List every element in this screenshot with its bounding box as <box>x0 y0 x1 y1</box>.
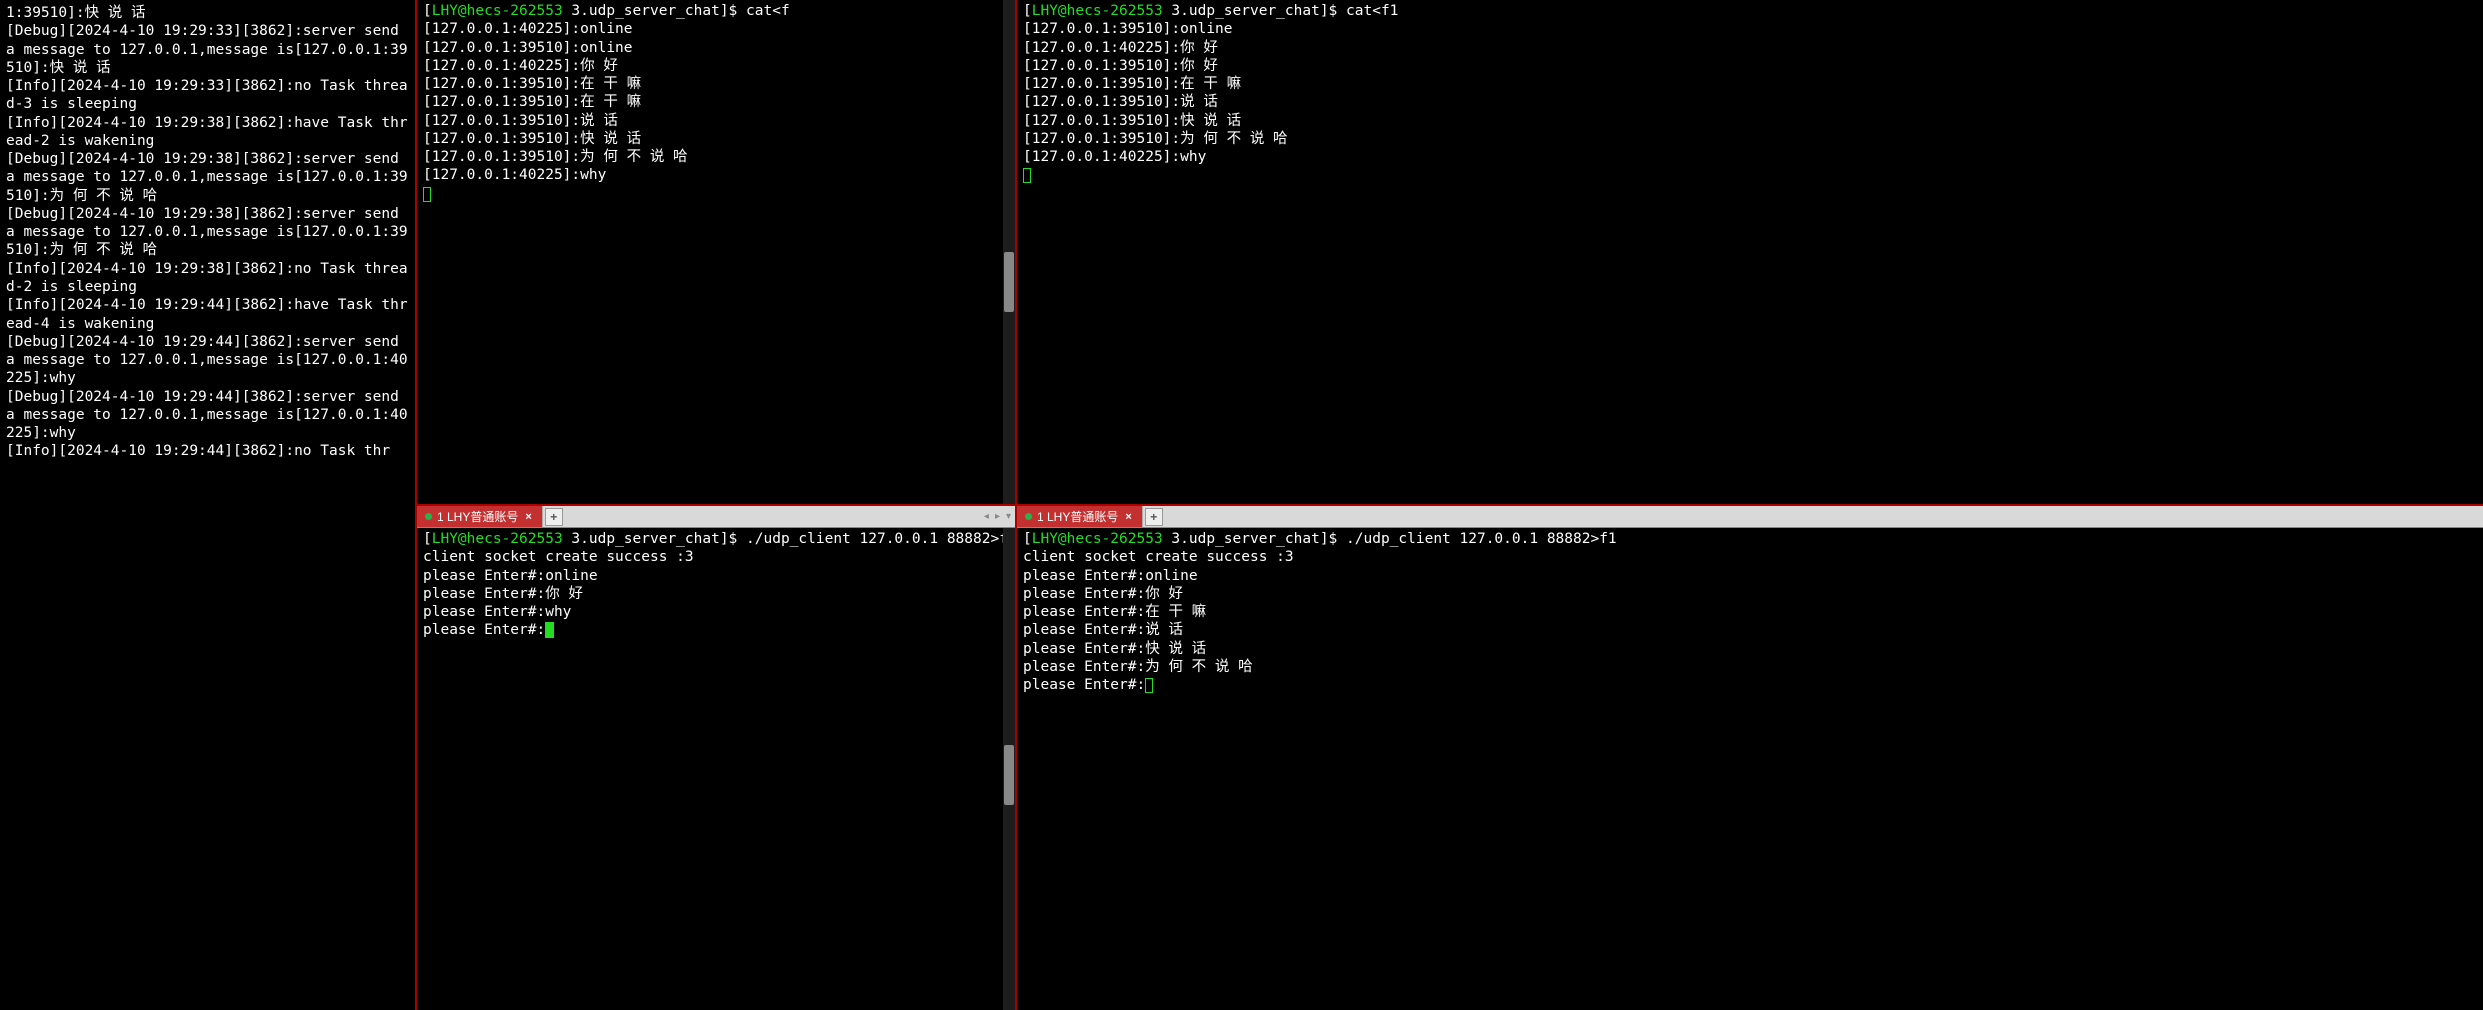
terminal-line: [127.0.0.1:40225]:why <box>1023 148 2477 166</box>
terminal-line: please Enter#:你 好 <box>423 585 1009 603</box>
new-tab-button[interactable]: + <box>1145 508 1163 526</box>
pane-cat-f1: [LHY@hecs-262553 3.udp_server_chat]$ cat… <box>1017 0 2483 504</box>
terminal-line: [Info][2024-4-10 19:29:44][3862]:no Task… <box>6 442 409 460</box>
tabbar: 1 LHY普通账号 × + <box>1017 506 2483 528</box>
terminal-line: please Enter#:online <box>423 567 1009 585</box>
terminal-line: [127.0.0.1:40225]:你 好 <box>423 57 1009 75</box>
cursor-icon <box>1145 678 1153 693</box>
terminal-line: [127.0.0.1:39510]:online <box>1023 20 2477 38</box>
root-layout: 1:39510]:快 说 话[Debug][2024-4-10 19:29:33… <box>0 0 2483 1010</box>
terminal-output-client-left[interactable]: [LHY@hecs-262553 3.udp_server_chat]$ ./u… <box>417 528 1015 1010</box>
terminal-line: please Enter#:说 话 <box>1023 621 2477 639</box>
terminal-line: [Info][2024-4-10 19:29:44][3862]:have Ta… <box>6 296 409 333</box>
pane-client-right: 1 LHY普通账号 × + [LHY@hecs-262553 3.udp_ser… <box>1017 506 2483 1010</box>
scrollbar-thumb[interactable] <box>1004 745 1014 805</box>
terminal-line: [127.0.0.1:39510]:为 何 不 说 哈 <box>1023 130 2477 148</box>
terminal-line: [127.0.0.1:39510]:快 说 话 <box>1023 112 2477 130</box>
new-tab-button[interactable]: + <box>545 508 563 526</box>
status-dot-icon <box>425 513 432 520</box>
cursor-icon <box>545 622 554 638</box>
terminal-output-cat-f1[interactable]: [LHY@hecs-262553 3.udp_server_chat]$ cat… <box>1017 0 2483 504</box>
terminal-line: client socket create success :3 <box>1023 548 2477 566</box>
pane-client-left: 1 LHY普通账号 × + ◂ ▸ ▾ [LHY@hecs-262553 3.u… <box>417 506 1017 1010</box>
terminal-line: please Enter#:你 好 <box>1023 585 2477 603</box>
bottom-row: 1 LHY普通账号 × + ◂ ▸ ▾ [LHY@hecs-262553 3.u… <box>417 506 2483 1010</box>
tab-label: 1 LHY普通账号 <box>437 508 518 525</box>
terminal-line: client socket create success :3 <box>423 548 1009 566</box>
tab-nav-arrows: ◂ ▸ ▾ <box>982 506 1013 527</box>
terminal-line: [127.0.0.1:40225]:why <box>423 166 1009 184</box>
terminal-line: [Info][2024-4-10 19:29:38][3862]:have Ta… <box>6 114 409 151</box>
scrollbar[interactable] <box>1003 528 1015 1010</box>
terminal-line: please Enter#:在 干 嘛 <box>1023 603 2477 621</box>
right-column: [LHY@hecs-262553 3.udp_server_chat]$ cat… <box>417 0 2483 1010</box>
terminal-line: [Debug][2024-4-10 19:29:44][3862]:server… <box>6 388 409 443</box>
terminal-line: [127.0.0.1:40225]:online <box>423 20 1009 38</box>
terminal-line: [127.0.0.1:39510]:online <box>423 39 1009 57</box>
terminal-line: [127.0.0.1:39510]:在 干 嘛 <box>423 93 1009 111</box>
tab-label: 1 LHY普通账号 <box>1037 508 1118 525</box>
tab-dropdown-icon[interactable]: ▾ <box>1004 511 1013 522</box>
terminal-line: [127.0.0.1:39510]:你 好 <box>1023 57 2477 75</box>
scrollbar-thumb[interactable] <box>1004 252 1014 312</box>
scrollbar[interactable] <box>1003 0 1015 504</box>
close-icon[interactable]: × <box>523 511 533 523</box>
terminal-line: [Info][2024-4-10 19:29:33][3862]:no Task… <box>6 77 409 114</box>
server-log-output: 1:39510]:快 说 话[Debug][2024-4-10 19:29:33… <box>6 4 409 461</box>
status-dot-icon <box>1025 513 1032 520</box>
terminal-line: [127.0.0.1:39510]:说 话 <box>1023 93 2477 111</box>
cursor-icon <box>423 187 431 202</box>
terminal-line: [Debug][2024-4-10 19:29:38][3862]:server… <box>6 150 409 205</box>
close-icon[interactable]: × <box>1123 511 1133 523</box>
terminal-output-cat-f[interactable]: [LHY@hecs-262553 3.udp_server_chat]$ cat… <box>417 0 1015 504</box>
terminal-line: [Debug][2024-4-10 19:29:44][3862]:server… <box>6 333 409 388</box>
terminal-line: [127.0.0.1:39510]:为 何 不 说 哈 <box>423 148 1009 166</box>
terminal-line: 1:39510]:快 说 话 <box>6 4 409 22</box>
prev-tab-icon[interactable]: ◂ <box>982 511 991 522</box>
terminal-line: please Enter#:快 说 话 <box>1023 640 2477 658</box>
tab-session[interactable]: 1 LHY普通账号 × <box>1017 506 1143 527</box>
terminal-output-client-right[interactable]: [LHY@hecs-262553 3.udp_server_chat]$ ./u… <box>1017 528 2483 1010</box>
terminal-line: [127.0.0.1:39510]:在 干 嘛 <box>423 75 1009 93</box>
tabbar: 1 LHY普通账号 × + ◂ ▸ ▾ <box>417 506 1015 528</box>
tab-session[interactable]: 1 LHY普通账号 × <box>417 506 543 527</box>
terminal-line: [Debug][2024-4-10 19:29:38][3862]:server… <box>6 205 409 260</box>
terminal-line: [Info][2024-4-10 19:29:38][3862]:no Task… <box>6 260 409 297</box>
terminal-line: please Enter#:online <box>1023 567 2477 585</box>
next-tab-icon[interactable]: ▸ <box>993 511 1002 522</box>
pane-cat-f: [LHY@hecs-262553 3.udp_server_chat]$ cat… <box>417 0 1017 504</box>
top-row: [LHY@hecs-262553 3.udp_server_chat]$ cat… <box>417 0 2483 506</box>
terminal-line: please Enter#: <box>1023 676 2477 694</box>
terminal-line: [127.0.0.1:39510]:说 话 <box>423 112 1009 130</box>
cursor-icon <box>1023 168 1031 183</box>
pane-server-log: 1:39510]:快 说 话[Debug][2024-4-10 19:29:33… <box>0 0 417 1010</box>
terminal-line: please Enter#:为 何 不 说 哈 <box>1023 658 2477 676</box>
terminal-line: please Enter#:why <box>423 603 1009 621</box>
terminal-line: [127.0.0.1:39510]:快 说 话 <box>423 130 1009 148</box>
terminal-line: [127.0.0.1:39510]:在 干 嘛 <box>1023 75 2477 93</box>
terminal-line: [Debug][2024-4-10 19:29:33][3862]:server… <box>6 22 409 77</box>
terminal-line: [127.0.0.1:40225]:你 好 <box>1023 39 2477 57</box>
terminal-line: please Enter#: <box>423 621 1009 639</box>
